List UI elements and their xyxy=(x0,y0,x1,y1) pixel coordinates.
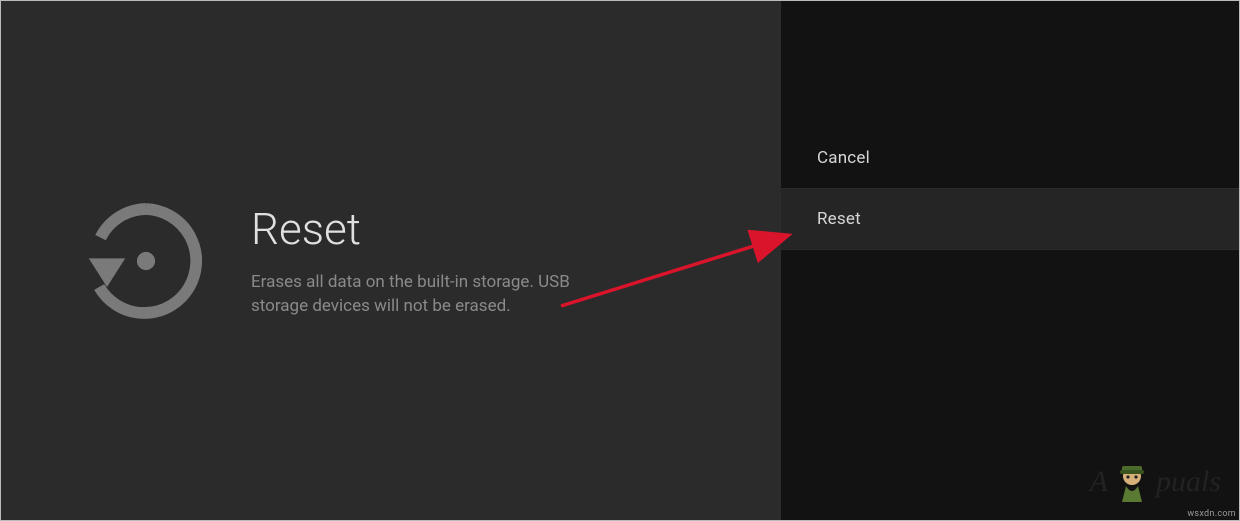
source-attribution: wsxdn.com xyxy=(1187,509,1236,519)
cancel-button[interactable]: Cancel xyxy=(781,126,1239,188)
reset-button[interactable]: Reset xyxy=(781,188,1239,250)
restore-icon xyxy=(81,196,211,326)
options-panel: Cancel Reset xyxy=(781,1,1239,520)
page-subtitle: Erases all data on the built-in storage.… xyxy=(251,271,631,319)
settings-dialog: Reset Erases all data on the built-in st… xyxy=(0,0,1240,521)
page-title: Reset xyxy=(251,203,631,255)
info-panel: Reset Erases all data on the built-in st… xyxy=(1,1,781,520)
title-block: Reset Erases all data on the built-in st… xyxy=(251,203,631,319)
